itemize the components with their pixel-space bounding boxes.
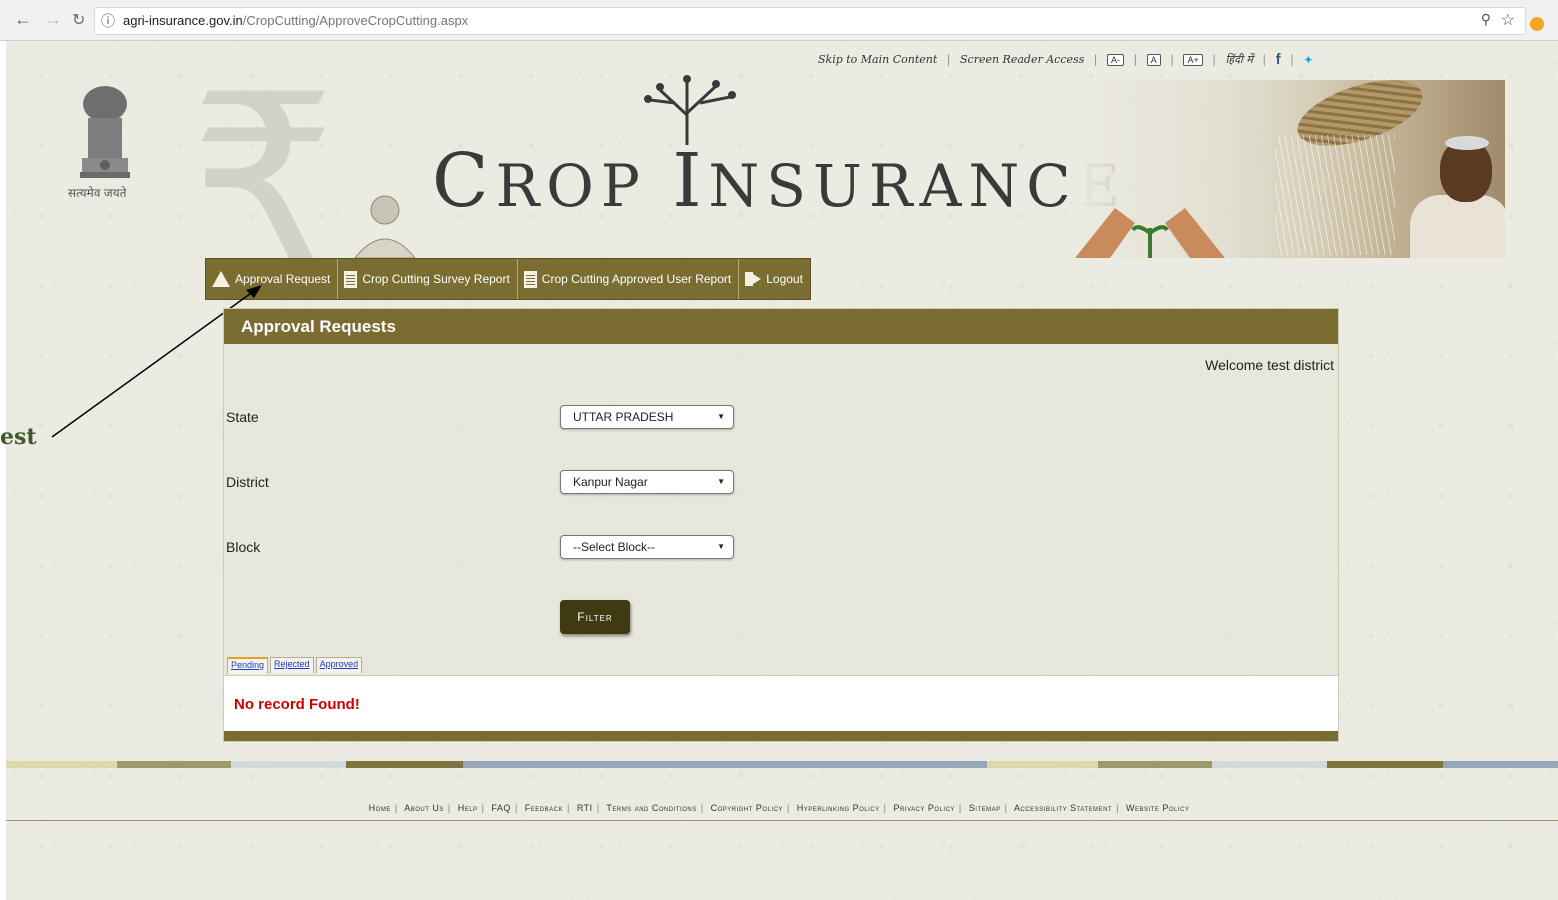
footer-link-help[interactable]: Help [458,803,478,813]
approval-requests-panel: Approval Requests Welcome test district … [223,308,1339,742]
footer-links: Home | About Us | Help | FAQ | Feedback | RTI… [368,803,1190,813]
color-stripe [6,761,1558,768]
dropdown-arrow-icon: ▼ [717,412,725,421]
dropdown-arrow-icon: ▼ [717,542,725,551]
footer-link-rti[interactable]: RTI [577,803,593,813]
panel-title: Approval Requests [224,309,1338,344]
utility-bar: Skip to Main Content | Screen Reader Acc… [818,51,1314,68]
footer-link-hyperlinking[interactable]: Hyperlinking Policy [797,803,880,813]
footer-link-copyright[interactable]: Copyright Policy [711,803,783,813]
district-select[interactable]: Kanpur Nagar ▼ [560,470,734,494]
zoom-icon[interactable]: ⚲ [1481,11,1491,28]
site-title: CROP INSURANCE [432,138,1127,224]
menu-crop-cutting-survey-report[interactable]: Crop Cutting Survey Report [338,259,518,299]
footer-link-terms[interactable]: Terms and Conditions [606,803,696,813]
font-decrease-button[interactable]: A- [1107,53,1124,66]
dropdown-arrow-icon: ▼ [717,477,725,486]
main-menu: Approval Request Crop Cutting Survey Rep… [205,258,811,300]
annotation-label: est [0,424,37,450]
status-tabs: Pending Rejected Approved [227,657,364,674]
block-select[interactable]: --Select Block-- ▼ [560,535,734,559]
state-label: State [226,409,259,425]
footer-link-website-policy[interactable]: Website Policy [1126,803,1189,813]
screen-reader-link[interactable]: Screen Reader Access [960,53,1084,66]
filter-button[interactable]: Filter [560,600,630,634]
document-icon [523,270,537,288]
no-record-message: No record Found! [234,696,360,713]
tab-rejected[interactable]: Rejected [270,657,314,673]
browser-toolbar: ← → ↻ ⓘ agri-insurance.gov.in/CropCuttin… [0,0,1558,41]
footer-link-sitemap[interactable]: Sitemap [969,803,1001,813]
national-emblem-icon [80,86,130,178]
woman-illustration-icon [354,195,416,258]
footer-link-about-us[interactable]: About Us [404,803,444,813]
approval-icon [212,271,230,287]
back-arrow-icon[interactable]: ← [14,9,32,30]
footer-link-accessibility[interactable]: Accessibility Statement [1014,803,1112,813]
info-icon[interactable]: ⓘ [101,11,115,31]
url-text: agri-insurance.gov.in/CropCutting/Approv… [123,13,469,28]
logout-icon [745,271,762,287]
district-label: District [226,474,269,490]
footer-divider [6,820,1558,821]
footer-link-feedback[interactable]: Feedback [525,803,563,813]
font-normal-button[interactable]: A [1146,53,1161,66]
hands-icon [1075,208,1225,258]
hindi-link[interactable]: हिंदी में [1225,52,1252,67]
tab-approved[interactable]: Approved [315,657,363,673]
forward-arrow-icon[interactable]: → [44,9,62,30]
reload-icon[interactable]: ↻ [72,10,85,30]
footer-link-home[interactable]: Home [369,803,391,813]
panel-footer-bar [224,731,1338,741]
footer-link-privacy[interactable]: Privacy Policy [894,803,955,813]
document-icon [344,270,358,288]
results-area: No record Found! [224,675,1338,732]
footer-link-faq[interactable]: FAQ [491,803,511,813]
skip-to-main-link[interactable]: Skip to Main Content [818,53,937,66]
tree-logo-icon [644,75,736,145]
farmer-photo [1075,80,1505,258]
font-increase-button[interactable]: A+ [1183,53,1203,66]
emblem-motto: सत्यमेव जयते [68,186,127,200]
tab-pending[interactable]: Pending [227,657,269,674]
menu-approval-request[interactable]: Approval Request [206,259,339,299]
block-label: Block [226,539,261,555]
welcome-text: Welcome test district [1205,357,1334,373]
bookmark-star-icon[interactable]: ☆ [1501,10,1515,30]
facebook-icon[interactable]: f [1276,51,1281,68]
state-select[interactable]: UTTAR PRADESH ▼ [560,405,734,429]
extension-icon[interactable] [1530,17,1544,31]
address-bar[interactable]: ⓘ agri-insurance.gov.in/CropCutting/Appr… [94,7,1526,35]
menu-crop-cutting-approved-user-report[interactable]: Crop Cutting Approved User Report [518,259,740,299]
twitter-icon[interactable]: ✦ [1303,53,1313,67]
menu-logout[interactable]: Logout [739,259,810,299]
